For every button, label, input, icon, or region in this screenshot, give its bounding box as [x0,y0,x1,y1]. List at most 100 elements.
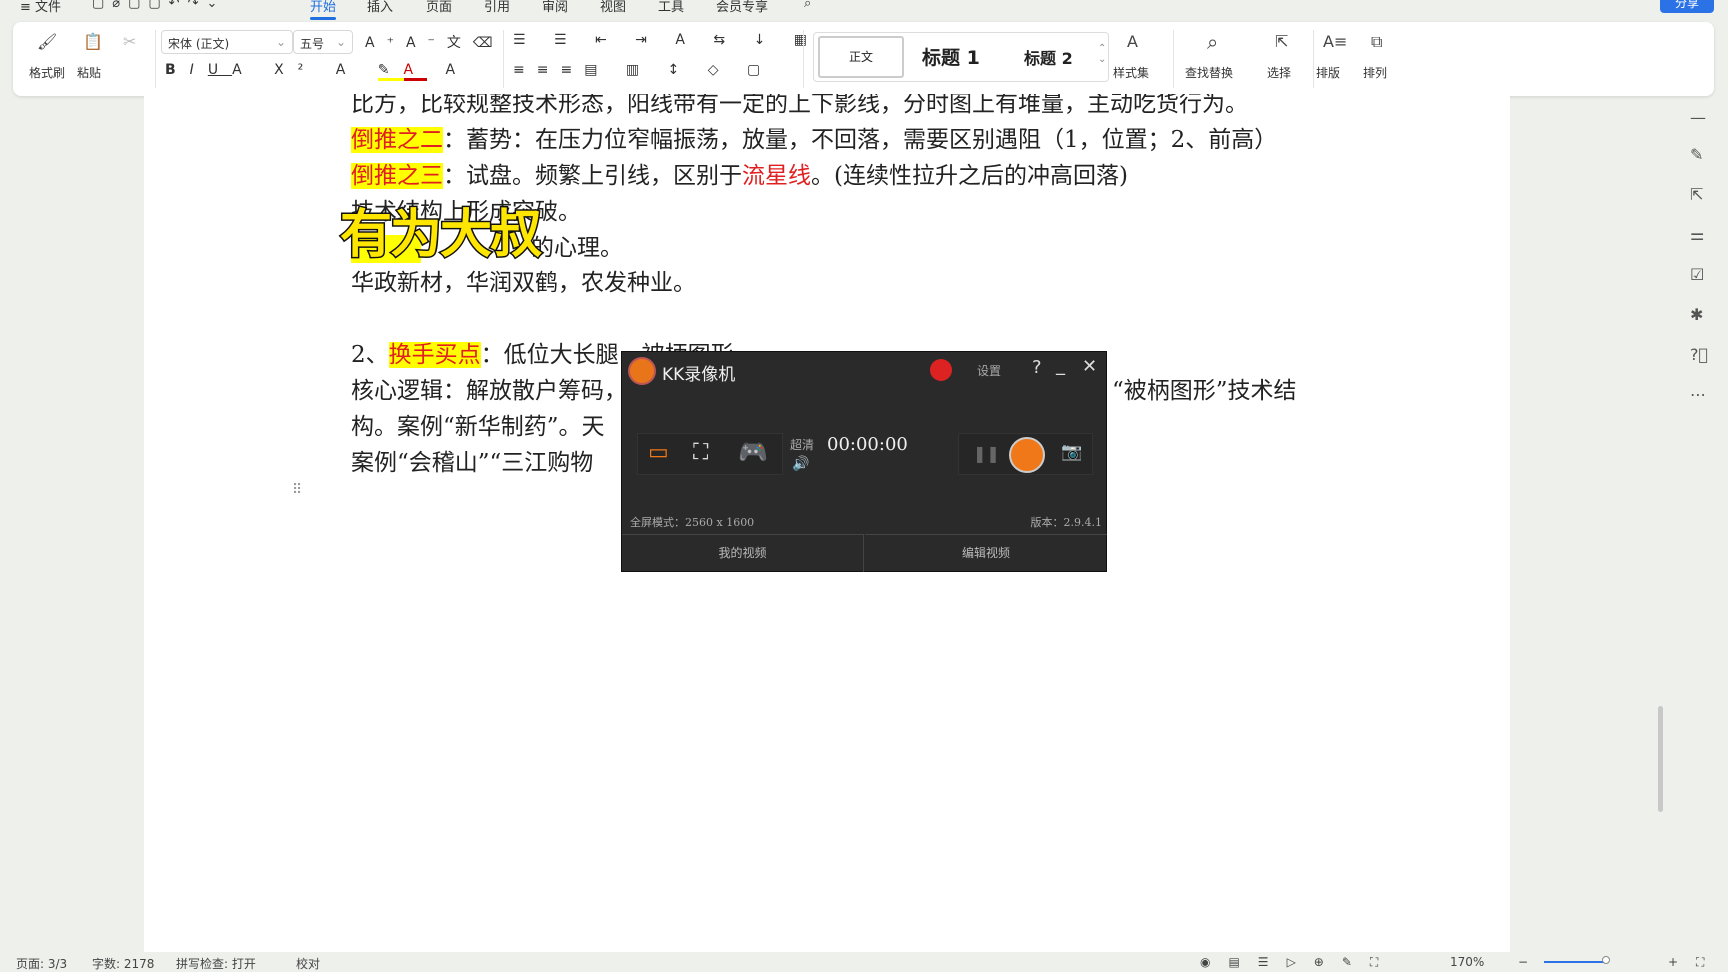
font-value: 宋体 (正文) [168,37,230,51]
my-videos-button[interactable]: 我的视频 [622,534,864,572]
timer: 00:00:00 [827,434,908,455]
edit-pen-icon[interactable]: ✎ [1690,145,1703,164]
arrange-icon[interactable]: ⧉ [1371,32,1382,52]
pause-icon[interactable]: ❚❚ [973,444,1000,463]
word-count[interactable]: 字数: 2178 [92,955,154,972]
view-mode-icons[interactable]: ◉▤☰▷⊕✎⛶ [1200,955,1396,970]
cut-icon[interactable]: ✂ [123,32,136,51]
highlight-text: 倒推之三 [351,163,443,189]
style-heading-1[interactable]: 标题 1 [922,43,980,70]
style-set-label[interactable]: 样式集 [1113,64,1149,81]
format-painter-icon[interactable]: 🖌 [37,32,57,51]
doc-text: ：蓄势：在压力位窄幅振荡，放量，不回落，需要区别遇阻（1，位置；2、前高） [443,127,1278,153]
region-mode-icon[interactable]: ⛶ [693,440,708,465]
record-controls: ❚❚ 📷 [958,433,1093,475]
doc-text: ：试盘。频繁上引线，区别于 [443,163,742,189]
font-size-value: 五号 [300,37,325,51]
tab-review[interactable]: 审阅 [542,0,568,15]
align-icons[interactable]: ≡≡≡▤ ▥ ↕ ◇ ▢ [513,62,772,78]
font-select[interactable]: 宋体 (正文) ⌄ [161,30,293,54]
text-format-icons[interactable]: BIUA X² A ✎A A [165,62,469,81]
status-bar: 页面: 3/3 字数: 2178 拼写检查: 打开 校对 ◉▤☰▷⊕✎⛶ 170… [0,952,1728,972]
fullscreen-mode-icon[interactable]: ▭ [648,440,669,465]
tab-references[interactable]: 引用 [484,0,510,15]
select-label[interactable]: 选择 [1267,64,1291,81]
share-button[interactable]: 分享 [1660,0,1714,13]
doc-line-6: 华政新材，华润双鹤，农发种业。 [351,270,696,296]
tab-view[interactable]: 视图 [600,0,626,15]
doc-line-9-right: “被柄图形”技术结 [1112,378,1297,404]
paste-label[interactable]: 粘贴 [77,64,101,81]
settings-button[interactable]: 设置 [977,362,1001,379]
screenshot-camera-icon[interactable]: 📷 [1061,442,1082,462]
tab-tools[interactable]: 工具 [658,0,684,15]
tab-insert[interactable]: 插入 [367,0,393,15]
find-replace-label[interactable]: 查找替换 [1185,64,1233,81]
version: 版本：2.9.4.1 [1030,516,1102,529]
style-normal[interactable]: 正文 [818,36,904,78]
mode-resolution: 全屏模式：2560 x 1600 [630,516,755,529]
help-button[interactable]: ? [1032,357,1042,378]
select-cursor-icon[interactable]: ⇱ [1275,32,1288,51]
style-heading-2[interactable]: 标题 2 [1024,45,1073,69]
paragraph-icons[interactable]: ☰ ☰ ⇤ ⇥ A ⇆ ↓ ▦ [513,32,819,48]
doc-line-9: 核心逻辑：解放散户筹码， [351,378,627,404]
layout-icon[interactable]: A≡ [1323,32,1347,51]
avatar-icon[interactable] [930,359,952,381]
volume-icon[interactable]: 🔊 [792,456,809,472]
style-set-icon[interactable]: A [1127,32,1138,51]
record-button[interactable] [1009,437,1045,473]
search-icon[interactable]: ⌕ [804,0,811,11]
red-text: 流星线 [742,163,811,189]
doc-line-11: 案例“会稽山”“三江购物 [351,450,594,476]
style-gallery: 正文 标题 1 标题 2 ⌃ ⌄ [813,32,1109,82]
fullscreen-icon[interactable]: ⛶ [1696,955,1704,970]
ribbon: 🖌 格式刷 📋 粘贴 ✂ 宋体 (正文) ⌄ 五号 ⌄ A⁺A⁻文⌫ BIUA X²… [13,22,1714,96]
help-circle-icon[interactable]: ?⃝ [1690,345,1708,364]
style-scroll[interactable]: ⌃ ⌄ [1098,43,1106,65]
doc-text: 。(连续性拉升之后的冲高回落) [811,163,1128,189]
zoom-out-icon[interactable]: − [1518,955,1528,969]
kk-title: KK录像机 [662,365,736,385]
layout-label[interactable]: 排版 [1316,64,1340,81]
spell-check[interactable]: 拼写检查: 打开 [176,955,256,972]
minimize-button[interactable]: _ [1056,355,1065,376]
drag-handle-icon[interactable]: ⠿ [292,482,302,498]
tab-page[interactable]: 页面 [426,0,452,15]
doc-line-3: 倒推之三：试盘。频繁上引线，区别于流星线。(连续性拉升之后的冲高回落) [351,156,1128,190]
zoom-level[interactable]: 170% [1450,955,1484,969]
arrange-label[interactable]: 排列 [1363,64,1387,81]
game-mode-icon[interactable]: 🎮 [738,438,768,466]
tab-home[interactable]: 开始 [310,0,337,20]
scrollbar-thumb[interactable] [1658,706,1663,812]
zoom-slider[interactable] [1544,961,1604,963]
page-count[interactable]: 页面: 3/3 [16,955,67,972]
edit-video-button[interactable]: 编辑视频 [865,534,1107,572]
format-painter-label[interactable]: 格式刷 [29,64,65,81]
doc-text: 的心理。 [531,235,623,261]
file-menu[interactable]: ≡ 文件 [20,0,61,15]
font-size-select[interactable]: 五号 ⌄ [293,30,353,54]
select-icon[interactable]: ⇱ [1690,185,1703,204]
adjust-icon[interactable]: ⚌ [1690,225,1704,244]
kk-recorder-window: KK录像机 设置 ? _ ✕ ▭ ⛶ 🎮 超清 🔊 00:00:00 ❚❚ 📷 … [621,351,1107,572]
collapse-icon[interactable]: — [1690,108,1706,127]
highlight-text: 换手买点 [388,342,481,368]
quality-label[interactable]: 超清 [790,436,814,453]
font-tools-icons[interactable]: A⁺A⁻文⌫ [365,32,505,52]
more-icon[interactable]: ⋯ [1690,385,1706,404]
proofread[interactable]: 校对 [296,955,320,972]
tools-icon[interactable]: ✱ [1690,305,1703,324]
paste-icon[interactable]: 📋 [83,32,103,51]
find-icon[interactable]: ⌕ [1207,30,1218,54]
mode-group: ▭ ⛶ 🎮 [637,433,783,475]
tab-member[interactable]: 会员专享 [716,0,768,15]
zoom-in-icon[interactable]: + [1668,955,1678,969]
kk-logo-icon [628,357,656,385]
highlight-text: 倒推之二 [351,127,443,153]
watermark-overlay: 有为大叔 [338,204,543,267]
review-icon[interactable]: ☑ [1690,265,1704,284]
quick-access-icons[interactable]: ▢⌀▢▢↶↷⌄ [92,0,225,11]
close-button[interactable]: ✕ [1082,356,1097,377]
zoom-slider-handle[interactable] [1602,956,1610,964]
